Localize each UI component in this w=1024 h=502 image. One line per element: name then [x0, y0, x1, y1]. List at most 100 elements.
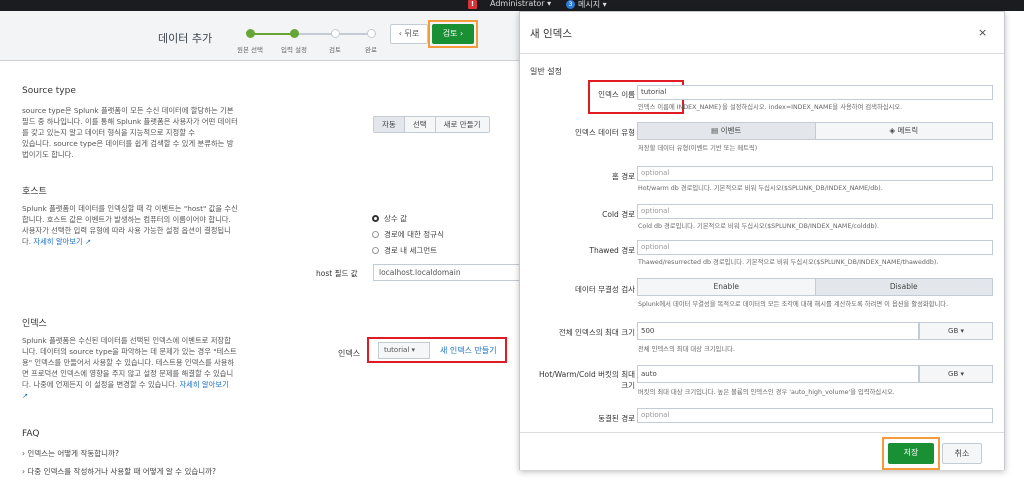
source-type-select-button[interactable]: 선택: [404, 117, 436, 132]
host-field-label: host 필드 값: [316, 269, 358, 278]
step-dot-pending: [331, 29, 340, 38]
text-line: 다. 나중에 언제든지 이 설정을 변경할 수 있습니다.: [22, 380, 178, 389]
index-select[interactable]: tutorial ▾: [378, 342, 430, 359]
host-option-constant[interactable]: 상수 값: [372, 213, 444, 224]
radio[interactable]: [372, 231, 379, 238]
max-size-unit-select[interactable]: GB ▾: [919, 322, 993, 340]
modal-footer: 저장 취소: [520, 432, 1004, 470]
text-line: 용" 인덱스를 만들어서 사용할 수 있습니다. 테스트용 인덱스를 사용하: [22, 358, 235, 367]
step-connector: [252, 33, 292, 35]
step-dot-pending: [367, 29, 376, 38]
max-size-help: 전체 인덱스의 최대 대상 크기입니다.: [638, 346, 735, 353]
label-line: 크기: [621, 381, 635, 390]
events-type-button[interactable]: ▤ 이벤트: [638, 123, 815, 139]
text-line: Splunk 플랫폼이 데이터를 인덱싱할 때 각 이벤트는 "host" 값을…: [22, 204, 238, 213]
text-line: 니다. 데이터의 source type을 파악하는 데 문제가 있는 경우 "…: [22, 347, 237, 356]
text-line: Splunk 플랫폼은 수신된 데이터를 선택된 인덱스에 이벤트로 저장합: [22, 336, 231, 345]
integrity-check-help: Splunk에서 데이터 무결성을 목적으로 데이터의 모든 조각에 대해 해시…: [638, 301, 949, 308]
radio-selected[interactable]: [372, 215, 379, 222]
close-icon[interactable]: ×: [978, 26, 987, 39]
index-type-toggle: ▤ 이벤트 ◈ 메트릭: [637, 122, 993, 140]
text-line: 다.: [22, 237, 32, 246]
home-path-input[interactable]: optional: [637, 166, 993, 181]
index-label: 인덱스: [338, 349, 361, 358]
cold-path-help: Cold db 경로입니다. 기본적으로 비워 두십시오($SPLUNK_DB/…: [638, 223, 879, 230]
back-button[interactable]: ‹ 뒤로: [390, 24, 428, 44]
radio-label: 경로 내 세그먼트: [384, 246, 438, 255]
frozen-path-label: 동결된 경로: [598, 414, 635, 423]
index-name-help: 인덱스 이름에 INDEX_NAME}을 설정하십시오. index=INDEX…: [638, 104, 903, 111]
text-line: 있습니다. source type은 데이터를 쉽게 검색할 수 있게 분류하는…: [22, 139, 234, 148]
text-line: 면 프로덕션 인덱스에 영향을 주지 않고 설정 문제를 해결할 수 있습니: [22, 369, 234, 378]
host-field-input[interactable]: localhost.localdomain: [373, 264, 520, 281]
bucket-size-unit-select[interactable]: GB ▾: [919, 365, 993, 383]
modal-header: 새 인덱스 ×: [520, 12, 1004, 54]
text-line: 합니다. 호스트 값은 이벤트가 발생하는 컴퓨터의 이름이어야 합니다.: [22, 215, 231, 224]
integrity-check-toggle: Enable Disable: [637, 278, 993, 296]
bucket-size-label: Hot/Warm/Cold 버킷의 최대 크기: [530, 369, 635, 391]
radio[interactable]: [372, 247, 379, 254]
index-description: Splunk 플랫폼은 수신된 데이터를 선택된 인덱스에 이벤트로 저장합 니…: [22, 335, 277, 401]
index-learn-more-link[interactable]: 자세히 알아보기: [179, 380, 228, 389]
index-title: 인덱스: [22, 319, 47, 329]
frozen-path-input[interactable]: optional: [637, 408, 993, 423]
radio-label: 경로에 대한 정규식: [384, 230, 444, 239]
host-options: 상수 값 경로에 대한 정규식 경로 내 세그먼트: [372, 213, 444, 256]
top-bar: ! Administrator ▾ 3 메시지 ▾: [0, 0, 1024, 11]
section-title: 일반 설정: [530, 67, 562, 76]
host-option-regex[interactable]: 경로에 대한 정규식: [372, 229, 444, 240]
integrity-check-label: 데이터 무결성 검사: [575, 285, 635, 294]
external-link-icon[interactable]: ↗: [22, 390, 277, 401]
input-settings-panel: Source type source type은 Splunk 플랫폼이 모든 …: [10, 62, 520, 502]
faq-title: FAQ: [22, 429, 40, 439]
integrity-disable-button[interactable]: Disable: [814, 279, 992, 295]
step-dot-done: [246, 29, 255, 38]
cold-path-label: Cold 경로: [602, 210, 635, 219]
label-line: Hot/Warm/Cold 버킷의 최대: [539, 370, 635, 379]
bucket-size-help: 버킷의 최대 대상 크기입니다. 높은 볼륨의 인덱스인 경우 'auto_hi…: [638, 389, 895, 396]
source-type-description: source type은 Splunk 플랫폼이 모든 수신 데이터에 할당하는…: [22, 105, 277, 160]
home-path-label: 홈 경로: [611, 172, 635, 181]
wizard-header: 데이터 추가 원본 선택 입력 설정 검토 완료 ‹ 뒤로 검토 ›: [0, 11, 520, 61]
host-option-segment[interactable]: 경로 내 세그먼트: [372, 245, 444, 256]
index-name-label: 인덱스 이름: [598, 90, 635, 99]
review-button[interactable]: 검토 ›: [432, 24, 474, 44]
index-name-input[interactable]: tutorial: [637, 85, 993, 100]
create-index-link[interactable]: 새 인덱스 만들기: [440, 345, 497, 356]
thawed-path-input[interactable]: optional: [637, 240, 993, 255]
message-count-badge: 3: [566, 0, 575, 9]
faq-item[interactable]: › 인덱스는 어떻게 작동합니까?: [22, 448, 119, 459]
host-description: Splunk 플랫폼이 데이터를 인덱싱할 때 각 이벤트는 "host" 값을…: [22, 203, 277, 247]
max-size-input[interactable]: 500: [637, 322, 919, 340]
radio-label: 상수 값: [384, 214, 408, 223]
messages-menu[interactable]: 메시지 ▾: [578, 0, 607, 10]
save-button[interactable]: 저장: [888, 443, 934, 464]
source-type-selector: 자동 선택 새로 만들기: [373, 116, 490, 133]
host-learn-more-link[interactable]: 자세히 알아보기 ↗: [33, 237, 91, 246]
text-line: 사용자가 선택한 입력 유형에 따라 사용 가능한 설정 옵션이 결정됩니: [22, 226, 231, 235]
modal-title: 새 인덱스: [530, 28, 572, 40]
text-line: 법이기도 합니다.: [22, 150, 74, 159]
metrics-type-button[interactable]: ◈ 메트릭: [814, 123, 993, 139]
cold-path-input[interactable]: optional: [637, 204, 993, 219]
bucket-size-input[interactable]: auto: [637, 365, 919, 383]
step-label: 입력 설정: [281, 46, 307, 54]
step-label: 원본 선택: [237, 46, 263, 54]
host-title: 호스트: [22, 187, 47, 197]
faq-item[interactable]: › 다중 인덱스를 작성하거나 사용할 때 어떻게 알 수 있습니까?: [22, 466, 216, 477]
step-dot-current: [290, 29, 299, 38]
index-type-help: 저장할 데이터 유형(이벤트 기반 또는 메트릭): [638, 145, 758, 152]
source-type-title: Source type: [22, 86, 76, 96]
source-type-auto-button[interactable]: 자동: [374, 117, 405, 132]
warning-icon[interactable]: !: [468, 0, 477, 9]
cancel-button[interactable]: 취소: [942, 443, 982, 464]
user-menu[interactable]: Administrator ▾: [490, 0, 551, 8]
step-label: 완료: [365, 46, 377, 54]
step-label: 검토: [329, 46, 341, 54]
new-index-modal: 새 인덱스 × 일반 설정 인덱스 이름 tutorial 인덱스 이름에 IN…: [519, 11, 1005, 470]
text-line: source type은 Splunk 플랫폼이 모든 수신 데이터에 할당하는…: [22, 106, 234, 115]
source-type-new-button[interactable]: 새로 만들기: [435, 117, 489, 132]
index-type-label: 인덱스 데이터 유형: [575, 128, 635, 137]
thawed-path-help: Thawed/resurrected db 경로입니다. 기본적으로 비워 두십…: [638, 259, 939, 266]
integrity-enable-button[interactable]: Enable: [638, 279, 815, 295]
